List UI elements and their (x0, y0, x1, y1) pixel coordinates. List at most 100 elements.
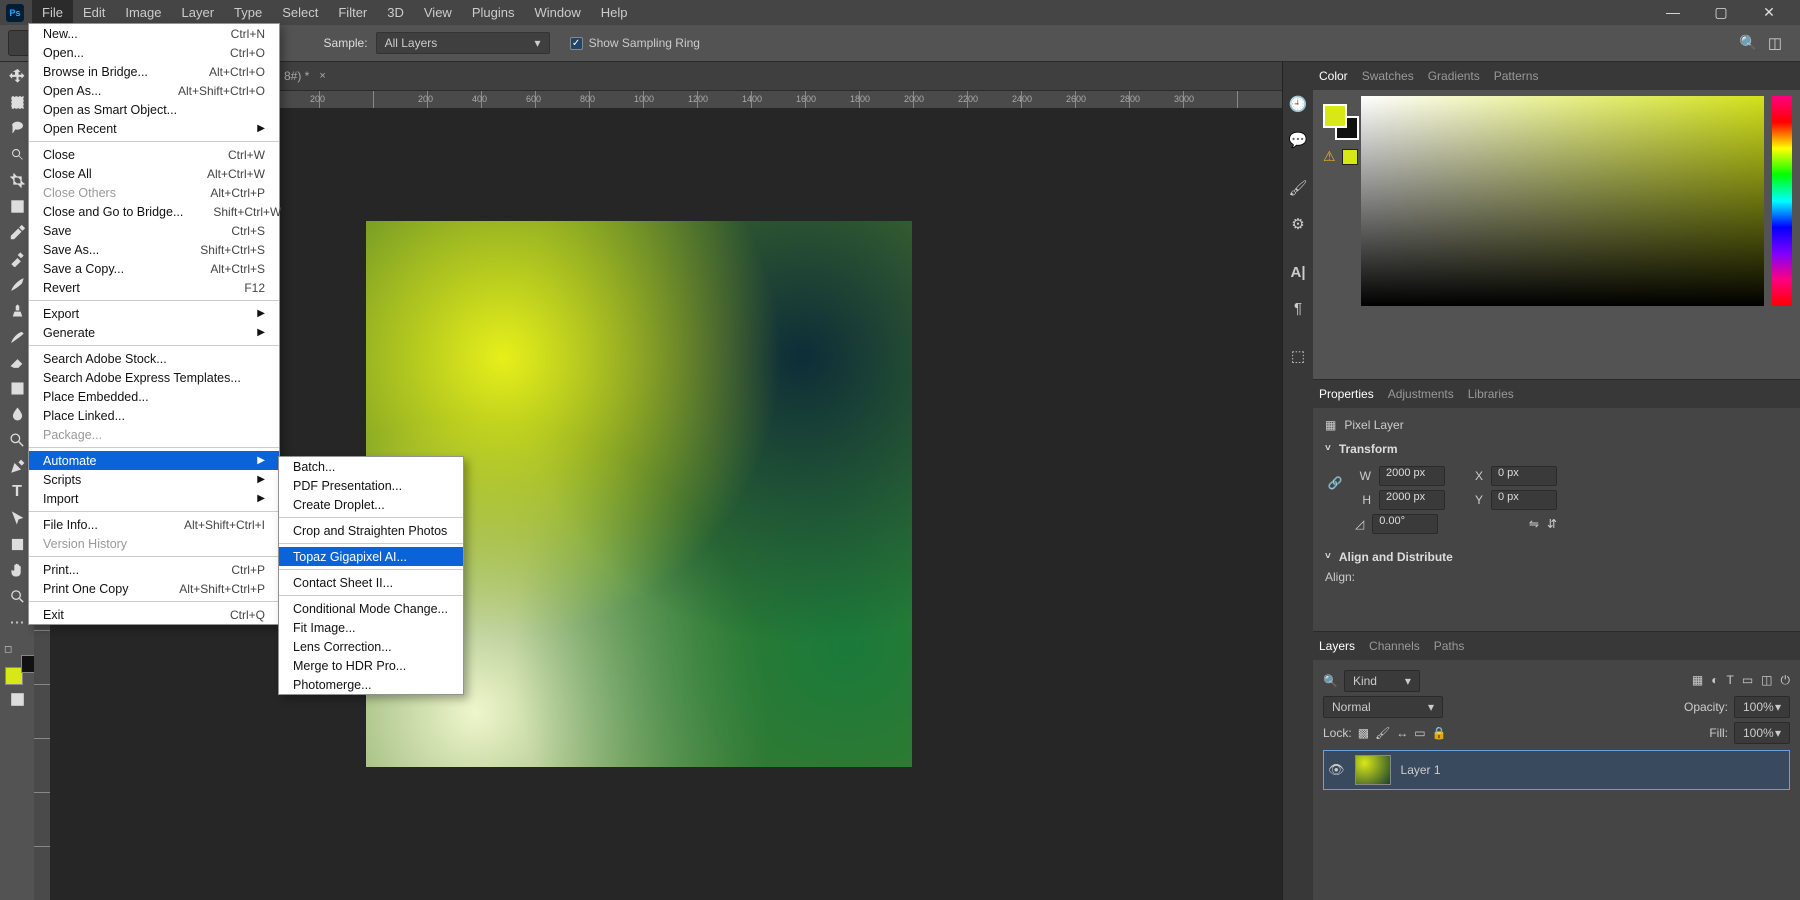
tab-layers[interactable]: Layers (1319, 639, 1355, 653)
menu-item[interactable]: Place Embedded... (29, 387, 279, 406)
menu-view[interactable]: View (414, 0, 462, 25)
filter-pixel-icon[interactable]: ▦ (1692, 673, 1703, 688)
menu-item[interactable]: Topaz Gigapixel AI... (279, 547, 463, 566)
history-brush-tool-icon[interactable] (3, 324, 31, 348)
more-tools-icon[interactable]: ⋯ (3, 610, 31, 634)
clone-stamp-tool-icon[interactable] (3, 298, 31, 322)
lock-nest-icon[interactable]: ▭ (1414, 726, 1425, 740)
menu-item[interactable]: Generate▶ (29, 323, 279, 342)
menu-filter[interactable]: Filter (328, 0, 377, 25)
lasso-tool-icon[interactable] (3, 116, 31, 140)
menu-item[interactable]: Close AllAlt+Ctrl+W (29, 164, 279, 183)
menu-item[interactable]: Batch... (279, 457, 463, 476)
sampling-ring-checkbox[interactable]: ✓ (570, 37, 583, 50)
lock-pos-icon[interactable]: ↔ (1396, 726, 1408, 740)
lock-all-icon[interactable]: 🔒 (1432, 726, 1447, 740)
menu-select[interactable]: Select (272, 0, 328, 25)
menu-item[interactable]: Open...Ctrl+O (29, 43, 279, 62)
opacity-input[interactable]: 100%▾ (1734, 696, 1790, 718)
healing-brush-tool-icon[interactable] (3, 246, 31, 270)
zoom-tool-icon[interactable] (3, 584, 31, 608)
menu-item[interactable]: Crop and Straighten Photos (279, 521, 463, 540)
layer-thumbnail[interactable] (1355, 755, 1391, 785)
menu-window[interactable]: Window (524, 0, 590, 25)
menu-item[interactable]: Automate▶ (29, 451, 279, 470)
filter-kind-dropdown[interactable]: Kind▾ (1344, 670, 1420, 692)
height-input[interactable]: 2000 px (1379, 490, 1445, 510)
menu-item[interactable]: Merge to HDR Pro... (279, 656, 463, 675)
menu-item[interactable]: CloseCtrl+W (29, 145, 279, 164)
menu-item[interactable]: RevertF12 (29, 278, 279, 297)
visibility-toggle-icon[interactable]: 👁 (1328, 762, 1345, 778)
gamut-warning[interactable]: ⚠ (1323, 148, 1358, 165)
filter-adjust-icon[interactable]: ◐ (1711, 673, 1718, 688)
menu-layer[interactable]: Layer (172, 0, 225, 25)
crop-tool-icon[interactable] (3, 168, 31, 192)
tab-adjustments[interactable]: Adjustments (1388, 387, 1454, 401)
menu-item[interactable]: Print One CopyAlt+Shift+Ctrl+P (29, 579, 279, 598)
eyedropper-tool-icon[interactable] (3, 220, 31, 244)
dodge-tool-icon[interactable] (3, 428, 31, 452)
menu-plugins[interactable]: Plugins (462, 0, 525, 25)
tab-properties[interactable]: Properties (1319, 387, 1374, 401)
flip-v-icon[interactable]: ⇵ (1547, 517, 1557, 531)
default-colors-icon[interactable]: ◻ (4, 644, 12, 655)
marquee-tool-icon[interactable] (3, 90, 31, 114)
fill-input[interactable]: 100%▾ (1734, 722, 1790, 744)
menu-item[interactable]: Open Recent▶ (29, 119, 279, 138)
menu-item[interactable]: ExitCtrl+Q (29, 605, 279, 624)
menu-item[interactable]: Open as Smart Object... (29, 100, 279, 119)
menu-3d[interactable]: 3D (377, 0, 414, 25)
filter-type-icon[interactable]: T (1726, 673, 1733, 688)
close-tab-icon[interactable]: × (319, 70, 325, 82)
menu-item[interactable]: Save As...Shift+Ctrl+S (29, 240, 279, 259)
x-input[interactable]: 0 px (1491, 466, 1557, 486)
character-panel-icon[interactable]: A| (1290, 254, 1305, 290)
blur-tool-icon[interactable] (3, 402, 31, 426)
minimize-button[interactable]: — (1658, 4, 1688, 21)
menu-item[interactable]: Search Adobe Stock... (29, 349, 279, 368)
closest-color-swatch[interactable] (1342, 149, 1358, 165)
menu-item[interactable]: Create Droplet... (279, 495, 463, 514)
hand-tool-icon[interactable] (3, 558, 31, 582)
menu-item[interactable]: Place Linked... (29, 406, 279, 425)
y-input[interactable]: 0 px (1491, 490, 1557, 510)
menu-item[interactable]: SaveCtrl+S (29, 221, 279, 240)
menu-item[interactable]: Save a Copy...Alt+Ctrl+S (29, 259, 279, 278)
tab-patterns[interactable]: Patterns (1494, 69, 1539, 83)
menu-item[interactable]: Export▶ (29, 304, 279, 323)
menu-item[interactable]: Search Adobe Express Templates... (29, 368, 279, 387)
tab-gradients[interactable]: Gradients (1428, 69, 1480, 83)
menu-item[interactable]: Scripts▶ (29, 470, 279, 489)
menu-type[interactable]: Type (224, 0, 272, 25)
width-input[interactable]: 2000 px (1379, 466, 1445, 486)
pen-tool-icon[interactable] (3, 454, 31, 478)
menu-image[interactable]: Image (115, 0, 171, 25)
quick-mask-icon[interactable] (3, 687, 31, 711)
align-section-header[interactable]: Align and Distribute (1325, 550, 1788, 564)
tab-libraries[interactable]: Libraries (1468, 387, 1514, 401)
menu-edit[interactable]: Edit (73, 0, 115, 25)
history-panel-icon[interactable]: 🕘 (1289, 86, 1308, 122)
menu-item[interactable]: Lens Correction... (279, 637, 463, 656)
fg-swatch[interactable] (1323, 104, 1347, 128)
document-tab-title[interactable]: 8#) * (284, 69, 309, 83)
filter-shape-icon[interactable]: ▭ (1742, 673, 1753, 688)
paragraph-panel-icon[interactable]: ¶ (1294, 290, 1302, 326)
tab-color[interactable]: Color (1319, 69, 1348, 83)
tab-paths[interactable]: Paths (1434, 639, 1465, 653)
menu-help[interactable]: Help (591, 0, 638, 25)
blend-mode-dropdown[interactable]: Normal▾ (1323, 696, 1443, 718)
tab-swatches[interactable]: Swatches (1362, 69, 1414, 83)
menu-item[interactable]: Open As...Alt+Shift+Ctrl+O (29, 81, 279, 100)
workspace-switcher-icon[interactable]: ◫ (1768, 34, 1782, 52)
menu-item[interactable]: Import▶ (29, 489, 279, 508)
menu-item[interactable]: File Info...Alt+Shift+Ctrl+I (29, 515, 279, 534)
move-tool-icon[interactable] (3, 64, 31, 88)
menu-item[interactable]: Print...Ctrl+P (29, 560, 279, 579)
menu-item[interactable]: New...Ctrl+N (29, 24, 279, 43)
tab-channels[interactable]: Channels (1369, 639, 1420, 653)
menu-item[interactable]: Fit Image... (279, 618, 463, 637)
filter-smart-icon[interactable]: ◫ (1761, 673, 1772, 688)
color-field[interactable] (1361, 96, 1764, 306)
